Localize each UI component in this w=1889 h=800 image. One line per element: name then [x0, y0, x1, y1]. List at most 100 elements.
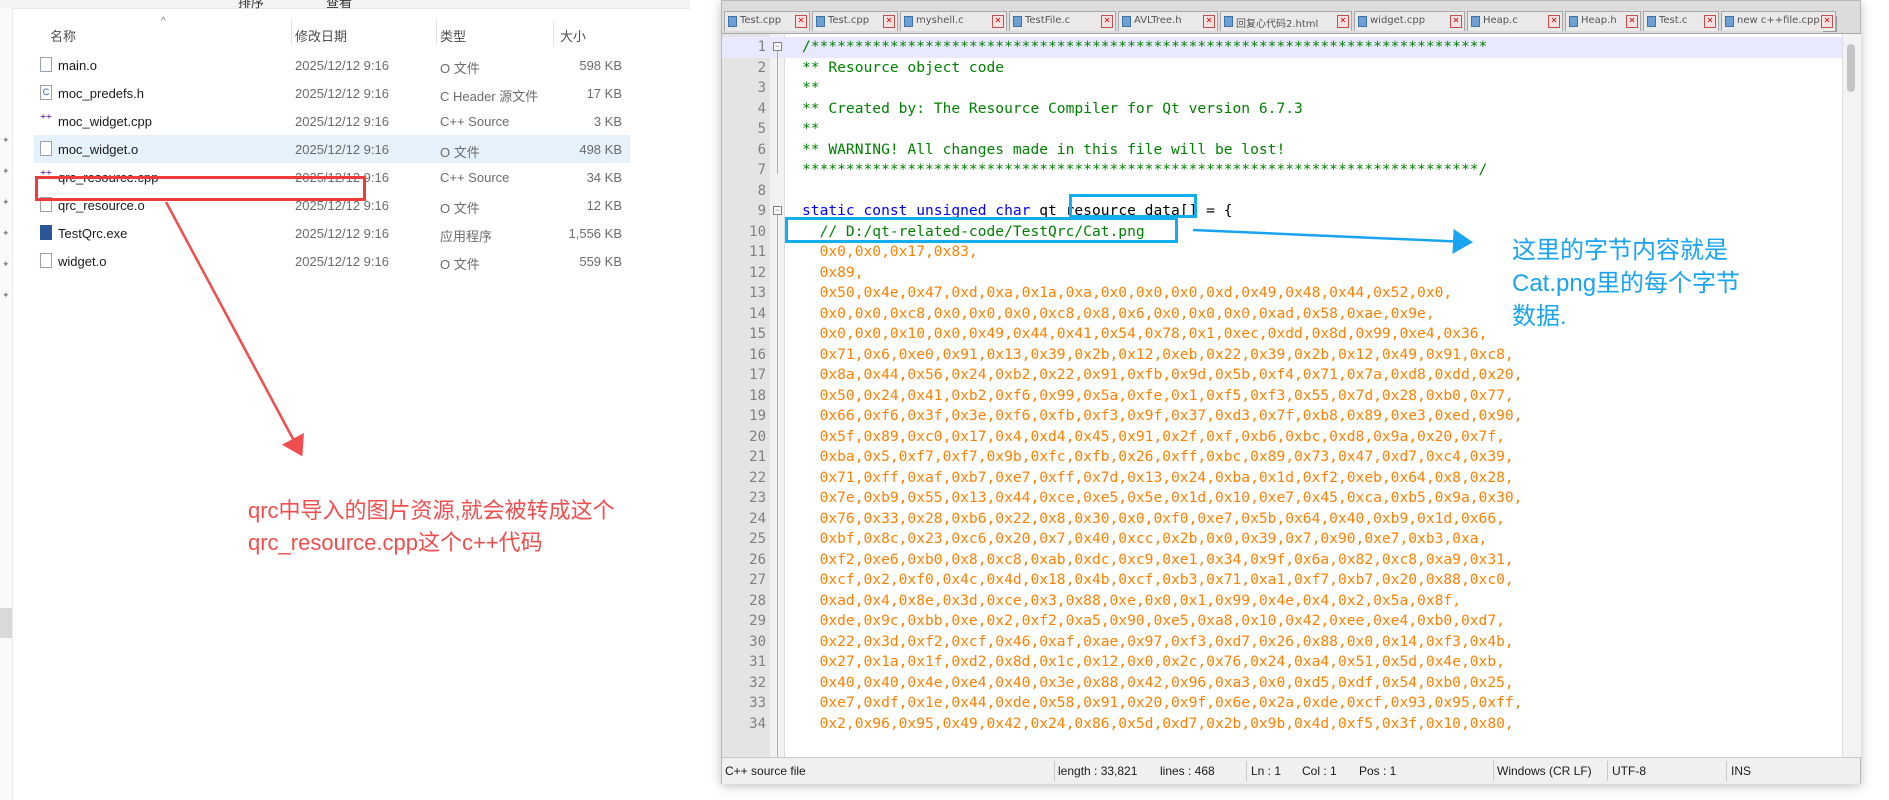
- line-number: 24: [749, 510, 766, 527]
- close-tab-icon[interactable]: ✕: [795, 15, 807, 28]
- code-text: 0x89,: [802, 263, 864, 281]
- file-row[interactable]: TestQrc.exe 2025/12/12 9:16 应用程序 1,556 KB: [34, 219, 630, 247]
- code-line: 1 /**************************************…: [722, 37, 1842, 58]
- editor-tab[interactable]: Test.cpp ✕: [724, 11, 810, 31]
- file-date: 2025/12/12 9:16: [295, 114, 389, 129]
- code-text: **: [802, 120, 820, 137]
- editor-tab[interactable]: TestFile.c ✕: [1009, 11, 1116, 31]
- code-text: ****************************************…: [802, 161, 1488, 178]
- view-button[interactable]: 查看: [326, 0, 352, 11]
- scrollbar-thumb[interactable]: [0, 608, 12, 638]
- column-size[interactable]: 大小: [560, 26, 586, 45]
- file-type: O 文件: [440, 201, 480, 216]
- line-number: 17: [749, 367, 766, 383]
- file-size: 498 KB: [579, 142, 622, 157]
- editor-tab[interactable]: Test.cpp ✕: [812, 11, 898, 31]
- code-line: 25 0xbf,0x8c,0x23,0xc6,0x20,0x7,0x40,0xc…: [722, 529, 1842, 550]
- close-tab-icon[interactable]: ✕: [1704, 15, 1716, 28]
- close-tab-icon[interactable]: ✕: [1450, 15, 1462, 28]
- code-text: 0xf2,0xe6,0xb0,0x8,0xc8,0xab,0xdc,0xc9,0…: [802, 550, 1514, 568]
- file-size: 12 KB: [586, 198, 622, 213]
- vertical-scrollbar[interactable]: [1842, 34, 1861, 757]
- code-line: 27 0xcf,0x2,0xf0,0x4c,0x4d,0x18,0x4b,0xc…: [722, 570, 1842, 591]
- close-tab-icon[interactable]: ✕: [883, 15, 895, 28]
- close-tab-icon[interactable]: ✕: [1821, 15, 1833, 28]
- highlight-box-qrc-file: [35, 176, 366, 201]
- editor-tab[interactable]: widget.cpp ✕: [1354, 11, 1465, 31]
- editor-tab[interactable]: myshell.c ✕: [900, 11, 1007, 31]
- line-number: 25: [749, 531, 766, 547]
- line-number: 28: [749, 592, 766, 609]
- status-column: Col : 1: [1302, 764, 1337, 778]
- line-number: 4: [757, 100, 766, 117]
- line-number: 19: [749, 408, 766, 424]
- column-type[interactable]: 类型: [440, 26, 466, 45]
- close-tab-icon[interactable]: ✕: [1203, 15, 1215, 28]
- fold-toggle-icon[interactable]: −: [773, 206, 782, 215]
- file-name: TestQrc.exe: [58, 226, 128, 241]
- file-explorer: 排序 查看 ✦ ✦ ✦ ✦ ✦ ✦ ^ 名称 修改日期 类型 大小 main.o…: [0, 0, 690, 800]
- editor-tab[interactable]: Test.c ✕: [1643, 11, 1719, 31]
- file-row[interactable]: moc_widget.o 2025/12/12 9:16 O 文件 498 KB: [34, 135, 630, 163]
- editor-tab[interactable]: Heap.c ✕: [1467, 11, 1563, 31]
- column-divider[interactable]: [436, 20, 437, 46]
- column-date[interactable]: 修改日期: [295, 26, 347, 45]
- file-row[interactable]: main.o 2025/12/12 9:16 O 文件 598 KB: [34, 51, 630, 79]
- code-line: 33 0xe7,0xdf,0x1e,0x44,0xde,0x58,0x91,0x…: [722, 693, 1842, 714]
- code-text: 0xde,0x9c,0xbb,0xe,0x2,0xf2,0xa5,0x90,0x…: [802, 612, 1505, 629]
- file-save-icon: [1358, 16, 1367, 27]
- column-divider[interactable]: [553, 20, 554, 46]
- notepadpp-window: ◀▶ Test.cpp✕Test.cpp✕myshell.c✕TestFile.…: [721, 0, 1861, 784]
- fold-guide: [777, 215, 778, 757]
- close-tab-icon[interactable]: ✕: [1337, 15, 1349, 28]
- tab-label: myshell.c: [916, 15, 964, 26]
- fold-toggle-icon[interactable]: −: [773, 42, 782, 51]
- tab-label: 回复心代码2.html: [1236, 19, 1319, 30]
- code-line: 18 0x50,0x24,0x41,0xb2,0xf6,0x99,0x5a,0x…: [722, 386, 1842, 407]
- file-save-icon: [728, 16, 737, 27]
- close-tab-icon[interactable]: ✕: [1548, 15, 1560, 28]
- file-name: moc_widget.cpp: [58, 114, 152, 129]
- editor-tab[interactable]: new c++file.cpp ✕: [1721, 11, 1836, 31]
- file-row[interactable]: Cmoc_predefs.h 2025/12/12 9:16 C Header 源文…: [34, 79, 630, 107]
- sort-button[interactable]: 排序: [238, 0, 264, 11]
- column-header: ^ 名称 修改日期 类型 大小: [34, 16, 634, 48]
- file-save-icon: [1569, 16, 1578, 27]
- scrollbar-thumb[interactable]: [1847, 44, 1855, 92]
- column-name[interactable]: 名称: [50, 26, 76, 45]
- close-tab-icon[interactable]: ✕: [1101, 15, 1113, 28]
- file-date: 2025/12/12 9:16: [295, 226, 389, 241]
- file-row[interactable]: widget.o 2025/12/12 9:16 O 文件 559 KB: [34, 247, 630, 275]
- file-row[interactable]: ⁺⁺ moc_widget.cpp 2025/12/12 9:16 C++ Sourc…: [34, 107, 630, 135]
- code-line: 4 ** Created by: The Resource Compiler fo…: [722, 99, 1842, 120]
- tab-label: AVLTree.h: [1134, 15, 1182, 26]
- file-type: O 文件: [440, 145, 480, 160]
- editor-tab[interactable]: AVLTree.h ✕: [1118, 11, 1218, 31]
- close-tab-icon[interactable]: ✕: [1626, 15, 1638, 28]
- line-number: 20: [749, 428, 766, 445]
- code-text: 0x50,0x4e,0x47,0xd,0xa,0x1a,0xa,0x0,0x0,…: [802, 284, 1453, 301]
- close-tab-icon[interactable]: ✕: [992, 15, 1004, 28]
- pin-icon: ✦: [2, 166, 10, 176]
- file-icon: [40, 253, 52, 268]
- file-type: C++ Source: [440, 114, 510, 129]
- code-text: ** WARNING! All changes made in this fil…: [802, 140, 1286, 158]
- column-divider[interactable]: [291, 20, 292, 46]
- code-text: 0xcf,0x2,0xf0,0x4c,0x4d,0x18,0x4b,0xcf,0…: [802, 571, 1514, 588]
- status-encoding: UTF-8: [1612, 764, 1646, 778]
- editor-tab[interactable]: Heap.h ✕: [1565, 11, 1641, 31]
- file-date: 2025/12/12 9:16: [295, 254, 389, 269]
- line-number: 29: [749, 613, 766, 629]
- code-line: 30 0x22,0x3d,0xf2,0xcf,0x46,0xaf,0xae,0x…: [722, 632, 1842, 653]
- code-text: 0xe7,0xdf,0x1e,0x44,0xde,0x58,0x91,0x20,…: [802, 694, 1523, 711]
- line-number: 31: [749, 654, 766, 670]
- sort-up-icon: ^: [161, 16, 166, 27]
- editor-tab[interactable]: 回复心代码2.html ✕: [1220, 11, 1352, 31]
- code-text: 0x0,0x0,0xc8,0x0,0x0,0x0,0xc8,0x8,0x6,0x…: [802, 304, 1435, 322]
- cpp-file-icon: ⁺⁺: [40, 113, 52, 128]
- code-editor[interactable]: 1 /**************************************…: [722, 34, 1842, 757]
- code-text: /***************************************…: [802, 38, 1488, 55]
- line-number: 23: [749, 490, 766, 506]
- code-line: 6 ** WARNING! All changes made in this fi…: [722, 140, 1842, 161]
- line-number: 22: [749, 469, 766, 486]
